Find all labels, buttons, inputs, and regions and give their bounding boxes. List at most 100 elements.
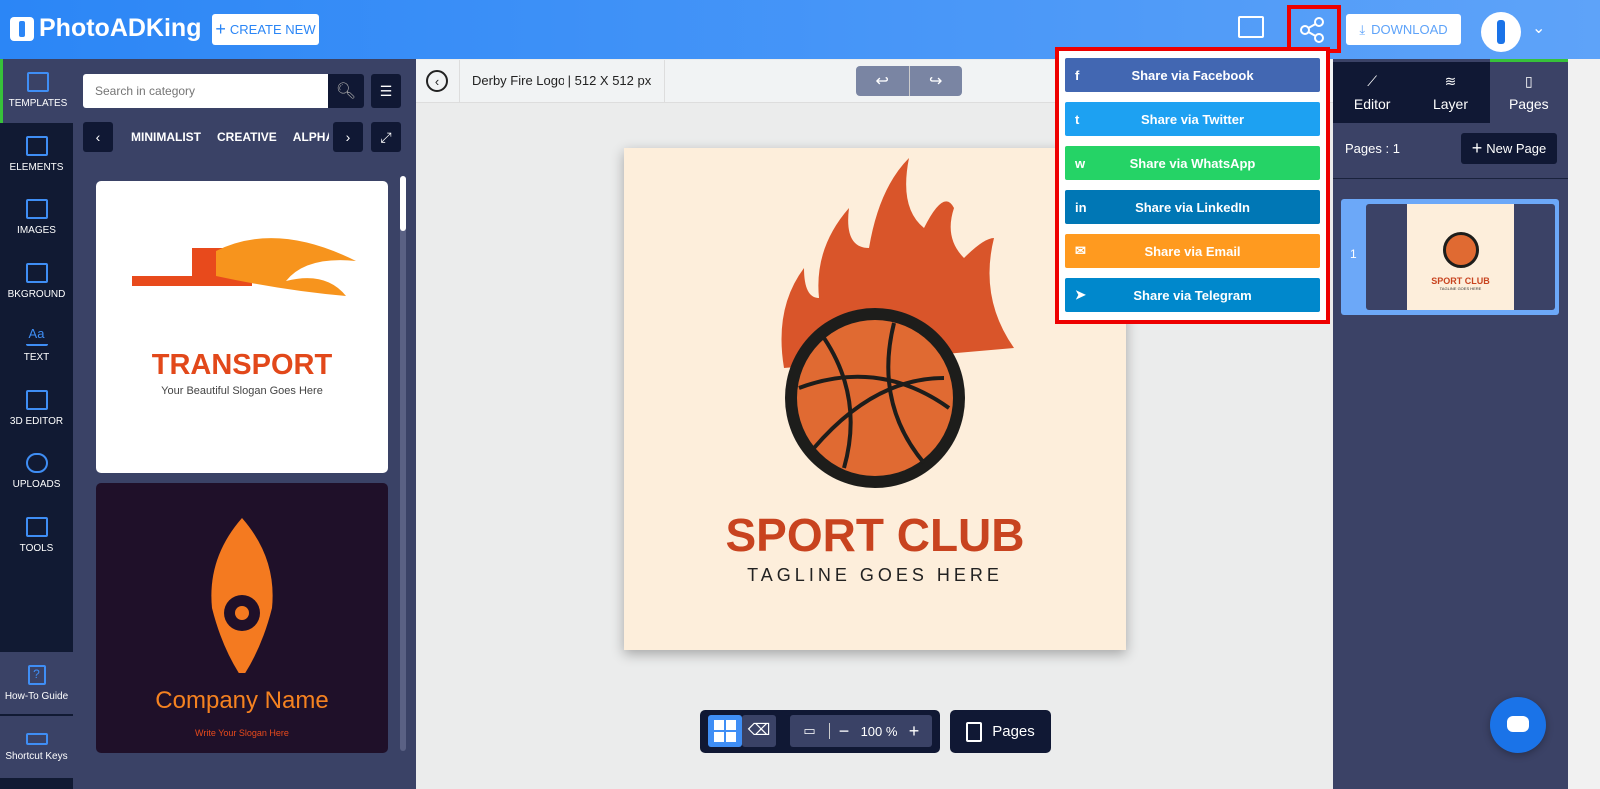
tab-layer[interactable]: ≋ Layer — [1411, 62, 1490, 123]
image-icon — [25, 199, 48, 220]
search-button[interactable]: 🔍︎ — [328, 74, 364, 108]
nav-templates[interactable]: TEMPLATES — [0, 59, 73, 123]
category-next-button[interactable]: › — [333, 122, 363, 152]
grid-view-button[interactable] — [708, 715, 742, 747]
page-number: 1 — [1350, 247, 1357, 261]
file-size: | 512 X 512 px — [567, 73, 652, 88]
zoom-level: 100 % — [860, 723, 898, 739]
category-minimalist[interactable]: MINIMALIST — [131, 130, 201, 144]
design-canvas[interactable]: SPORT CLUB TAGLINE GOES HERE — [624, 148, 1126, 650]
template-card[interactable]: TRANSPORT Your Beautiful Slogan Goes Her… — [96, 181, 388, 473]
share-platform-icon: w — [1075, 155, 1086, 171]
search-input[interactable] — [83, 74, 328, 108]
create-new-button[interactable]: + CREATE NEW — [212, 14, 319, 45]
page-thumbnail[interactable]: 1 SPORT CLUB TAGLINE GOES HERE — [1341, 199, 1559, 315]
expand-icon: ⤢ — [380, 128, 392, 145]
back-button[interactable]: ‹ — [426, 70, 448, 92]
category-alphabet[interactable]: ALPHABET — [293, 130, 329, 144]
panel-scrollbar[interactable] — [400, 176, 406, 751]
question-icon: ? — [27, 664, 46, 685]
cube-icon — [25, 389, 48, 410]
category-prev-button[interactable]: ‹ — [83, 122, 113, 152]
canvas-title[interactable]: SPORT CLUB — [624, 508, 1126, 562]
bezier-icon: ⟋ — [1367, 73, 1378, 89]
header: PhotoADKing + CREATE NEW ⤓ DOWNLOAD ⌄ — [0, 0, 1600, 59]
share-item[interactable]: f Share via Facebook — [1065, 58, 1320, 92]
share-platform-icon: in — [1075, 199, 1087, 215]
layers-icon: ≋ — [1444, 73, 1457, 89]
how-to-label: How-To Guide — [4, 690, 69, 702]
keyboard-icon — [25, 732, 48, 745]
nav-label: TEMPLATES — [8, 98, 68, 110]
share-label: Share via Telegram — [1133, 287, 1252, 303]
download-button[interactable]: ⤓ DOWNLOAD — [1346, 14, 1461, 45]
share-item[interactable]: ➤ Share via Telegram — [1065, 278, 1320, 312]
undo-button[interactable]: ↩ — [856, 66, 909, 96]
template-card[interactable]: Company Name Write Your Slogan Here — [96, 483, 388, 753]
nav-3d-editor[interactable]: 3D EDITOR — [0, 377, 73, 441]
thumb-logo — [1442, 232, 1479, 268]
how-to-guide-button[interactable]: ? How-To Guide — [0, 652, 73, 714]
shortcut-keys-button[interactable]: Shortcut Keys — [0, 716, 73, 778]
avatar[interactable] — [1481, 12, 1521, 52]
card-slogan: Write Your Slogan Here — [195, 728, 289, 738]
new-page-button[interactable]: + New Page — [1461, 133, 1557, 164]
left-nav: TEMPLATES ELEMENTS IMAGES BKGROUND Aa TEX… — [0, 59, 73, 789]
brand-name: PhotoADKing — [39, 14, 202, 42]
nav-label: TOOLS — [19, 542, 54, 554]
search-icon: 🔍︎ — [335, 83, 357, 100]
category-creative[interactable]: CREATIVE — [217, 130, 277, 144]
create-new-label: CREATE NEW — [229, 22, 316, 37]
tab-label: Pages — [1508, 96, 1549, 112]
share-label: Share via Facebook — [1131, 67, 1254, 83]
tab-editor[interactable]: ⟋ Editor — [1333, 62, 1412, 123]
category-list: MINIMALIST CREATIVE ALPHABET — [131, 130, 329, 144]
share-menu: f Share via Facebook t Share via Twitter w Sh… — [1055, 47, 1330, 324]
plus-icon: + — [1471, 138, 1483, 158]
truck-flame-logo — [132, 238, 356, 329]
nav-tools[interactable]: TOOLS — [0, 504, 73, 568]
list-view-button[interactable]: ☰ — [371, 74, 401, 108]
nav-background[interactable]: BKGROUND — [0, 250, 73, 314]
pages-button[interactable]: Pages — [950, 710, 1051, 753]
tab-pages[interactable]: ▯ Pages — [1489, 59, 1568, 123]
eraser-button[interactable]: ⌫ — [742, 715, 776, 747]
brand-logo[interactable]: PhotoADKing — [10, 14, 201, 43]
nav-uploads[interactable]: UPLOADS — [0, 440, 73, 504]
card-title: Company Name — [155, 687, 329, 714]
file-name[interactable]: Derby Fire Logo — [472, 73, 564, 88]
page-scrollbar[interactable] — [1568, 59, 1600, 789]
share-label: Share via Email — [1144, 243, 1241, 259]
chat-button[interactable] — [1490, 697, 1546, 753]
grid-icon — [714, 720, 736, 742]
chevron-left-icon: ‹ — [95, 129, 101, 145]
share-item[interactable]: w Share via WhatsApp — [1065, 146, 1320, 180]
tab-label: Layer — [1432, 96, 1468, 112]
expand-button[interactable]: ⤢ — [371, 122, 401, 152]
shortcut-label: Shortcut Keys — [5, 750, 68, 762]
bottom-toolbar: ⌫ ▭ − 100 % + — [700, 710, 940, 753]
share-item[interactable]: t Share via Twitter — [1065, 102, 1320, 136]
redo-icon: ↪ — [929, 73, 943, 90]
new-page-label: New Page — [1486, 141, 1547, 156]
presentation-icon[interactable]: ▭ — [790, 723, 830, 739]
redo-button[interactable]: ↪ — [908, 66, 963, 96]
share-platform-icon: ✉ — [1075, 243, 1086, 258]
tab-label: Editor — [1353, 96, 1391, 112]
right-panel: ⟋ Editor ≋ Layer ▯ Pages Pages : 1 + New Pag… — [1333, 59, 1568, 789]
chevron-right-icon: › — [345, 129, 351, 145]
zoom-out-button[interactable]: − — [830, 721, 858, 742]
share-item[interactable]: ✉ Share via Email — [1065, 234, 1320, 268]
nav-elements[interactable]: ELEMENTS — [0, 123, 73, 187]
nav-label: 3D EDITOR — [9, 415, 64, 427]
comment-icon[interactable] — [1238, 16, 1264, 38]
chevron-down-icon[interactable]: ⌄ — [1532, 18, 1545, 38]
zoom-in-button[interactable]: + — [900, 721, 928, 742]
nav-text[interactable]: Aa TEXT — [0, 313, 73, 377]
download-icon: ⤓ — [1359, 21, 1366, 37]
nav-images[interactable]: IMAGES — [0, 186, 73, 250]
file-info: Derby Fire Logo | 512 X 512 px — [459, 60, 665, 103]
canvas-tagline[interactable]: TAGLINE GOES HERE — [624, 565, 1126, 586]
share-item[interactable]: in Share via LinkedIn — [1065, 190, 1320, 224]
text-icon: Aa — [25, 326, 48, 347]
